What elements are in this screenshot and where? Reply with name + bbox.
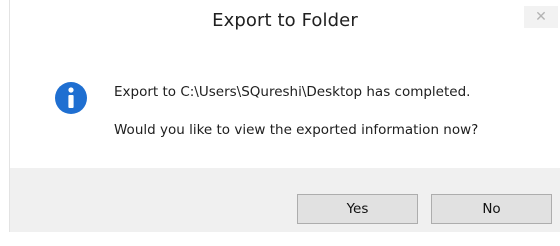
title-bar[interactable]: Export to Folder ✕ xyxy=(10,0,560,38)
close-button[interactable]: ✕ xyxy=(524,6,558,28)
no-button[interactable]: No xyxy=(431,194,552,224)
view-question: Would you like to view the exported info… xyxy=(114,122,479,138)
info-icon xyxy=(55,82,87,114)
yes-button[interactable]: Yes xyxy=(297,194,418,224)
button-bar: Yes No xyxy=(10,168,560,232)
screen: Export to Folder ✕ Export to C:\Users\SQ… xyxy=(0,0,560,246)
dialog-content: Export to C:\Users\SQureshi\Desktop has … xyxy=(10,38,560,168)
dialog-title: Export to Folder xyxy=(212,10,358,31)
export-dialog: Export to Folder ✕ Export to C:\Users\SQ… xyxy=(9,0,560,232)
completion-message: Export to C:\Users\SQureshi\Desktop has … xyxy=(114,84,471,100)
